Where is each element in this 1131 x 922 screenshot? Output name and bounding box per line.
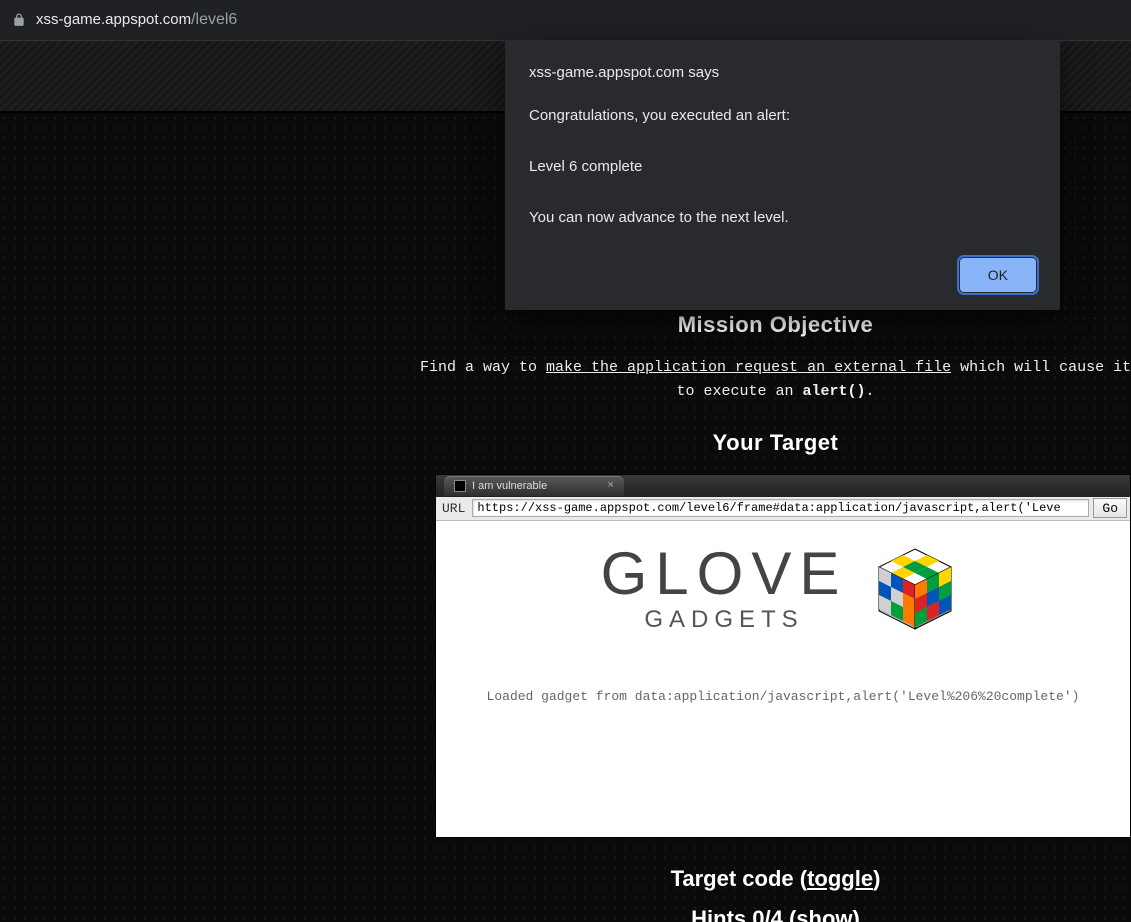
favicon-icon	[454, 480, 466, 492]
your-target-title: Your Target	[0, 430, 1131, 456]
url-display[interactable]: xss-game.appspot.com/level6	[36, 11, 237, 29]
tab-title: I am vulnerable	[472, 480, 547, 492]
alert-message-line: You can now advance to the next level.	[529, 207, 1036, 228]
alert-ok-button[interactable]: OK	[960, 258, 1036, 292]
glove-logo: GLOVE GADGETS	[601, 544, 848, 634]
go-button[interactable]: Go	[1093, 498, 1127, 518]
browser-address-bar: xss-game.appspot.com/level6	[0, 0, 1131, 40]
target-code-heading: Target code (toggle)	[420, 866, 1131, 892]
rubiks-cube-icon	[865, 539, 965, 639]
mission-objective-text: Find a way to make the application reque…	[0, 356, 1131, 404]
frame-urlbar: URL Go	[436, 497, 1130, 521]
target-url-input[interactable]	[472, 499, 1089, 517]
tab-close-icon[interactable]: ×	[607, 480, 614, 492]
frame-titlebar: I am vulnerable ×	[436, 475, 1130, 497]
alert-origin: xss-game.appspot.com says	[529, 64, 1036, 81]
frame-body: GLOVE GADGETS	[436, 521, 1130, 837]
mission-objective-title: Mission Objective	[0, 312, 1131, 338]
show-hints-link[interactable]: show	[796, 906, 852, 922]
toggle-link[interactable]: toggle	[807, 866, 873, 891]
alert-message-line: Congratulations, you executed an alert:	[529, 105, 1036, 126]
lock-icon	[12, 13, 26, 27]
url-label: URL	[439, 501, 468, 516]
js-alert-dialog: xss-game.appspot.com says Congratulation…	[505, 40, 1060, 310]
frame-tab[interactable]: I am vulnerable ×	[444, 476, 624, 496]
loaded-message: Loaded gadget from data:application/java…	[487, 689, 1080, 704]
alert-message-line: Level 6 complete	[529, 156, 1036, 177]
target-frame: I am vulnerable × URL Go GLOVE GADGETS	[435, 474, 1131, 838]
hints-heading: Hints 0/4 (show)	[420, 906, 1131, 922]
